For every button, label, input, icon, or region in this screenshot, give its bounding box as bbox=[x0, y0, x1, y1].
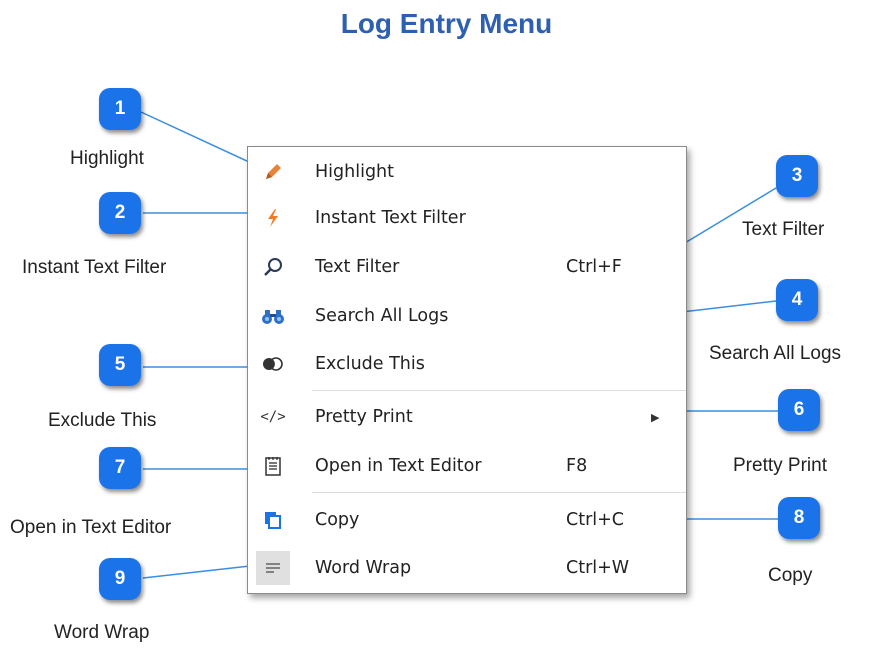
callout-badge-3: 3 bbox=[776, 155, 818, 197]
callout-badge-6: 6 bbox=[778, 389, 820, 431]
menu-item-highlight[interactable]: Highlight bbox=[248, 150, 686, 194]
pencil-icon bbox=[260, 159, 286, 185]
callout-label-3: Text Filter bbox=[742, 219, 825, 240]
menu-item-shortcut: Ctrl+F bbox=[566, 257, 622, 277]
menu-item-search-all-logs[interactable]: Search All Logs bbox=[248, 294, 686, 338]
menu-item-copy[interactable]: Copy Ctrl+C bbox=[248, 498, 686, 542]
menu-item-word-wrap[interactable]: Word Wrap Ctrl+W bbox=[248, 546, 686, 590]
menu-item-label: Search All Logs bbox=[315, 306, 449, 326]
lightning-icon bbox=[260, 205, 286, 231]
callout-badge-1: 1 bbox=[99, 88, 141, 130]
menu-item-label: Word Wrap bbox=[315, 558, 412, 578]
menu-separator bbox=[312, 492, 686, 493]
word-wrap-icon bbox=[256, 551, 290, 585]
log-entry-context-menu: Highlight Instant Text Filter Text Filte… bbox=[247, 146, 687, 594]
menu-item-open-in-text-editor[interactable]: Open in Text Editor F8 bbox=[248, 444, 686, 488]
menu-item-shortcut: F8 bbox=[566, 456, 588, 476]
menu-item-label: Text Filter bbox=[315, 257, 400, 277]
callout-badge-5: 5 bbox=[99, 344, 141, 386]
code-icon: </> bbox=[260, 409, 286, 425]
menu-item-exclude-this[interactable]: Exclude This bbox=[248, 342, 686, 386]
magnifier-icon bbox=[260, 254, 286, 280]
menu-item-label: Copy bbox=[315, 510, 360, 530]
menu-item-shortcut: Ctrl+C bbox=[566, 510, 625, 530]
exclude-toggle-icon bbox=[260, 351, 286, 377]
menu-item-label: Highlight bbox=[315, 162, 395, 182]
callout-label-1: Highlight bbox=[70, 148, 144, 169]
callout-badge-4: 4 bbox=[776, 279, 818, 321]
page-title: Log Entry Menu bbox=[340, 8, 553, 39]
menu-item-label: Pretty Print bbox=[315, 407, 413, 427]
menu-item-instant-text-filter[interactable]: Instant Text Filter bbox=[248, 196, 686, 240]
notepad-icon bbox=[260, 453, 286, 479]
menu-item-label: Exclude This bbox=[315, 354, 425, 374]
binoculars-icon bbox=[260, 303, 286, 329]
menu-item-label: Open in Text Editor bbox=[315, 456, 482, 476]
callout-label-8: Copy bbox=[768, 565, 813, 586]
menu-item-text-filter[interactable]: Text Filter Ctrl+F bbox=[248, 245, 686, 289]
callout-badge-9: 9 bbox=[99, 558, 141, 600]
callout-label-4: Search All Logs bbox=[709, 343, 842, 364]
callout-label-9: Word Wrap bbox=[54, 622, 150, 643]
callout-label-2: Instant Text Filter bbox=[22, 257, 167, 278]
copy-icon bbox=[260, 507, 286, 533]
callout-label-6: Pretty Print bbox=[733, 455, 827, 476]
connector-1 bbox=[140, 111, 263, 169]
submenu-arrow-icon: ▶ bbox=[651, 410, 660, 424]
callout-label-7: Open in Text Editor bbox=[10, 517, 172, 538]
callout-badge-7: 7 bbox=[99, 447, 141, 489]
callout-badge-8: 8 bbox=[778, 497, 820, 539]
menu-item-label: Instant Text Filter bbox=[315, 208, 466, 228]
connector-9 bbox=[142, 565, 251, 579]
callout-badge-2: 2 bbox=[99, 192, 141, 234]
menu-item-pretty-print[interactable]: </> Pretty Print ▶ bbox=[248, 395, 686, 439]
menu-separator bbox=[312, 390, 686, 391]
menu-item-shortcut: Ctrl+W bbox=[566, 558, 630, 578]
callout-label-5: Exclude This bbox=[48, 410, 157, 431]
